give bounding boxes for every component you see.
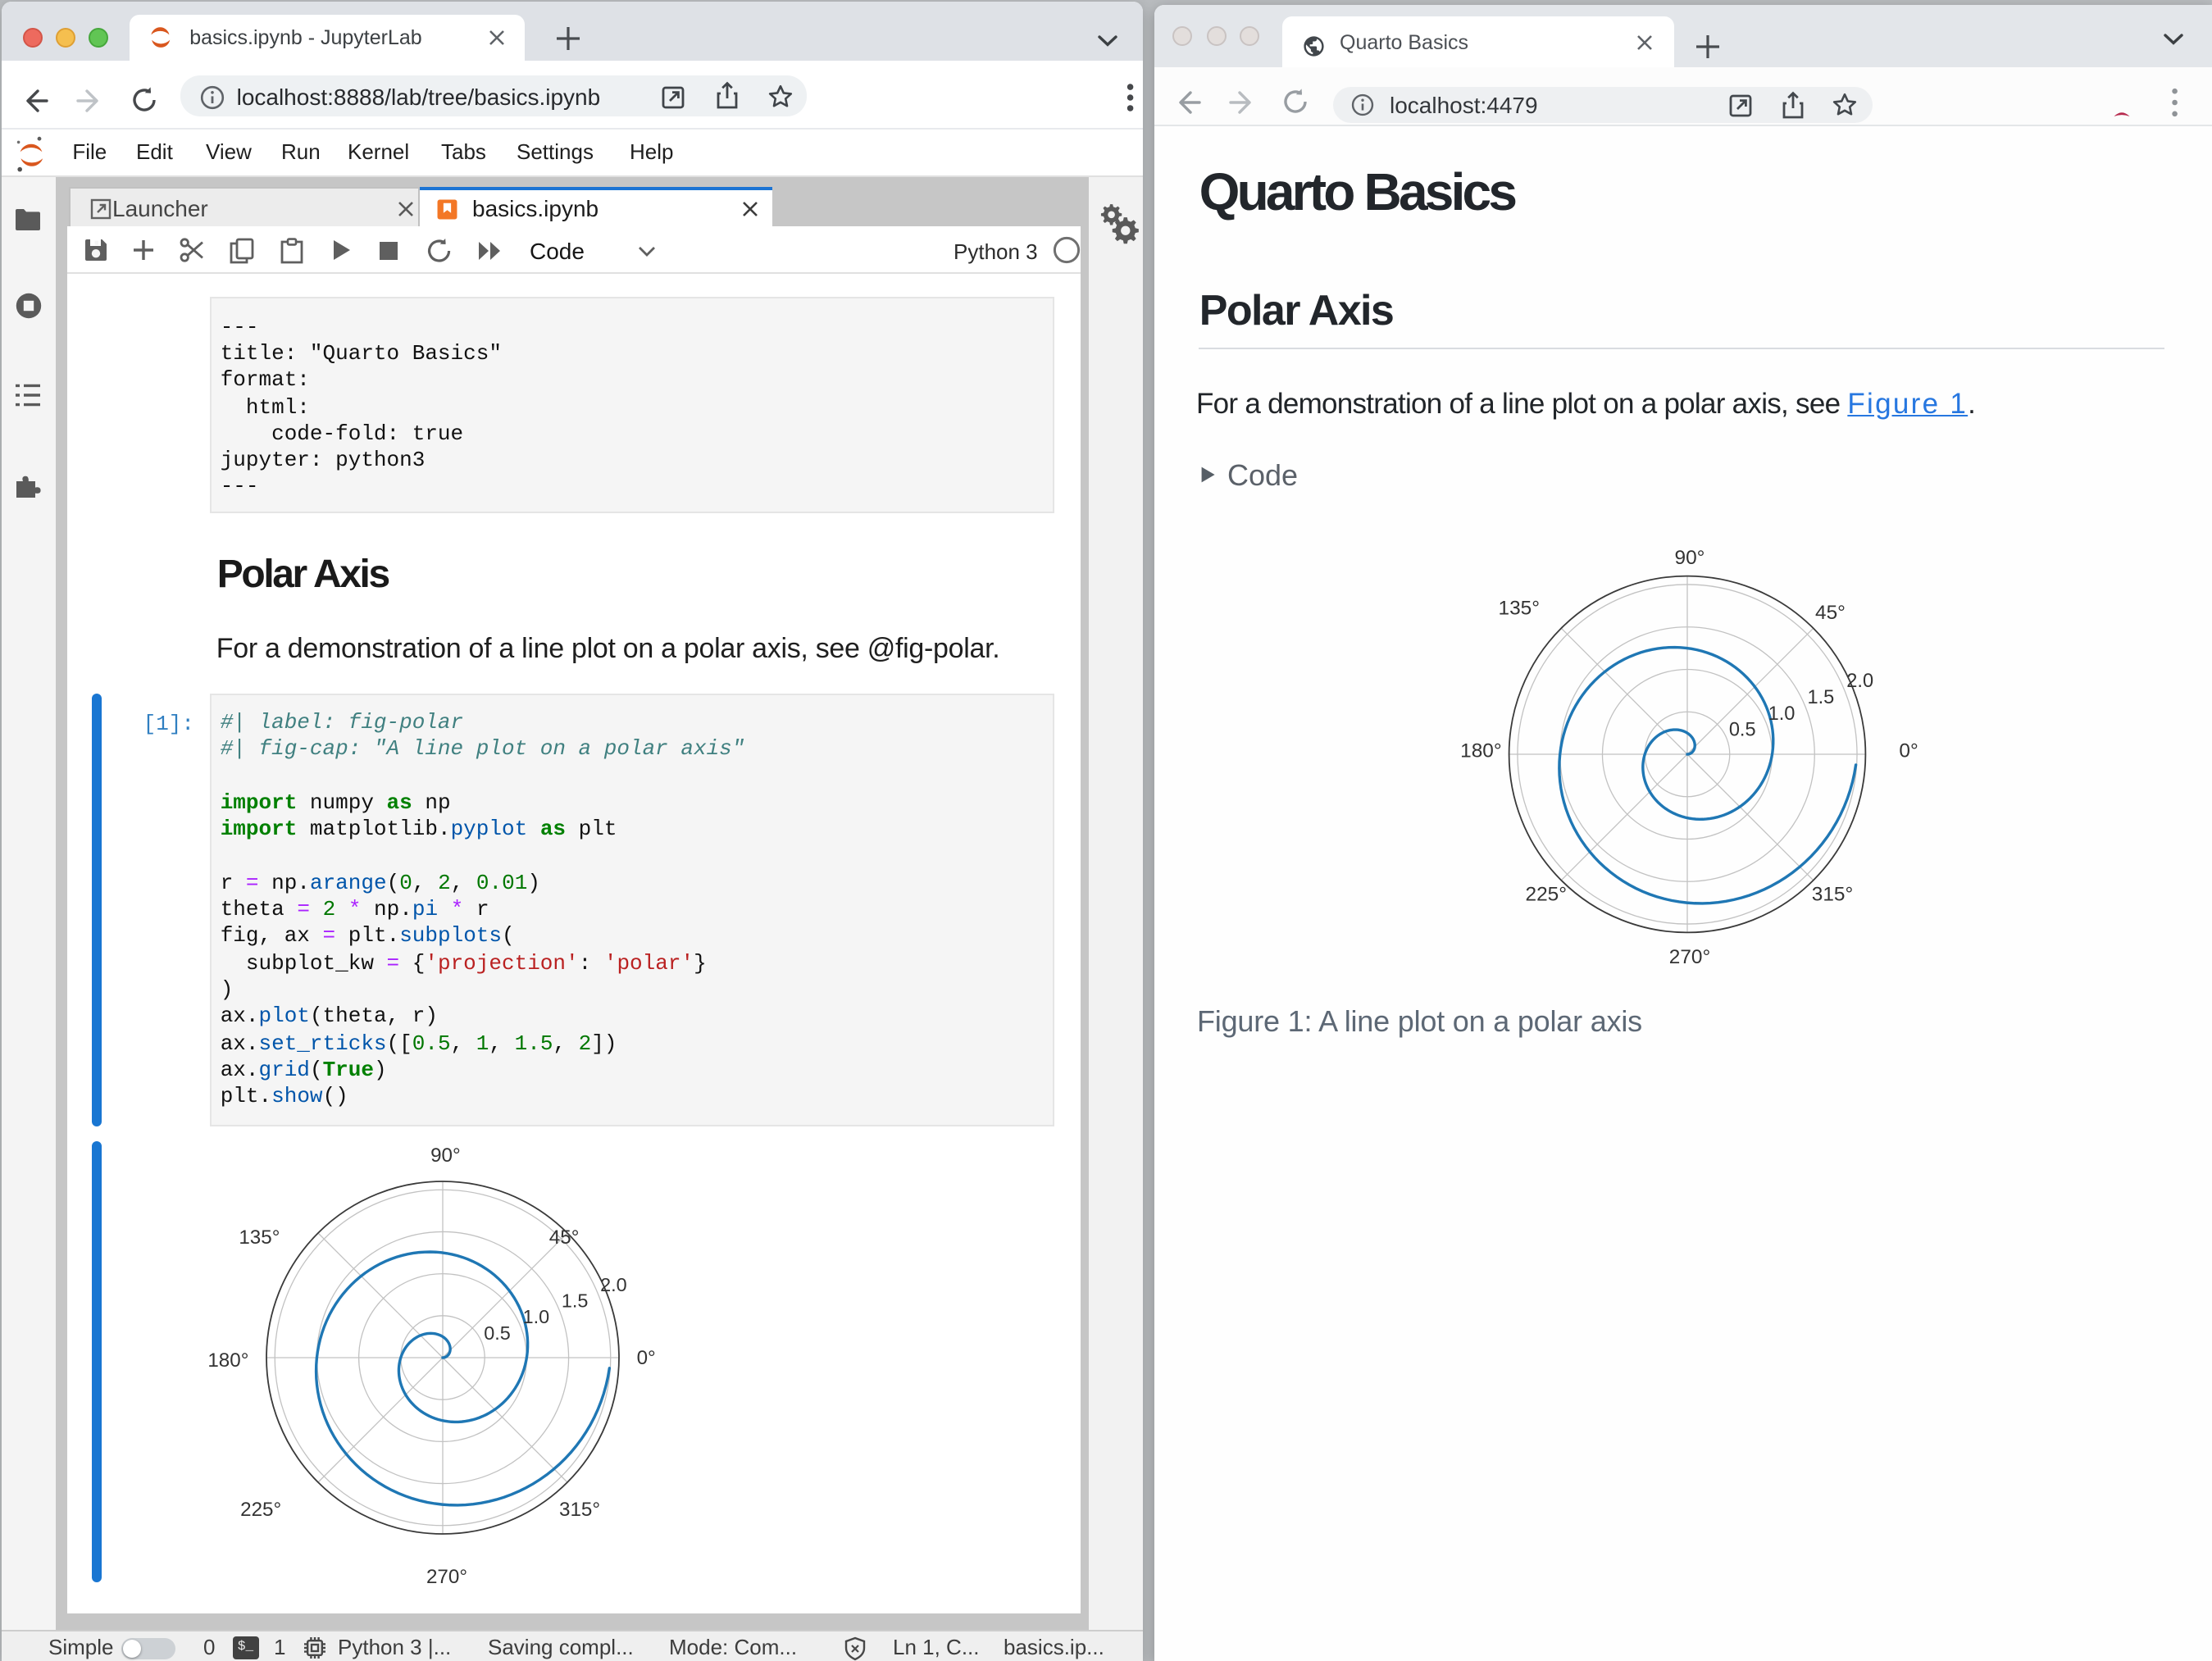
svg-text:0°: 0° [636,1347,655,1369]
svg-text:180°: 180° [207,1349,248,1372]
svg-text:90°: 90° [1675,547,1705,569]
svg-text:90°: 90° [430,1144,460,1167]
svg-text:315°: 315° [1812,884,1853,906]
svg-text:2.0: 2.0 [599,1274,626,1295]
svg-text:2.0: 2.0 [1846,671,1873,692]
svg-text:1.5: 1.5 [561,1290,588,1311]
svg-text:270°: 270° [426,1566,467,1588]
svg-text:1.0: 1.0 [1768,703,1796,725]
svg-text:0°: 0° [1899,740,1918,762]
svg-text:1.5: 1.5 [1807,687,1834,708]
svg-text:0.5: 0.5 [483,1322,510,1344]
svg-text:315°: 315° [558,1499,599,1521]
svg-text:180°: 180° [1460,740,1501,762]
svg-text:135°: 135° [1499,598,1540,620]
svg-text:225°: 225° [1526,884,1567,906]
svg-text:45°: 45° [548,1226,579,1249]
svg-text:270°: 270° [1669,946,1710,968]
svg-text:45°: 45° [1815,602,1846,624]
svg-text:225°: 225° [239,1499,280,1521]
svg-text:1.0: 1.0 [522,1306,549,1327]
svg-text:0.5: 0.5 [1729,720,1756,741]
svg-text:135°: 135° [238,1226,279,1249]
